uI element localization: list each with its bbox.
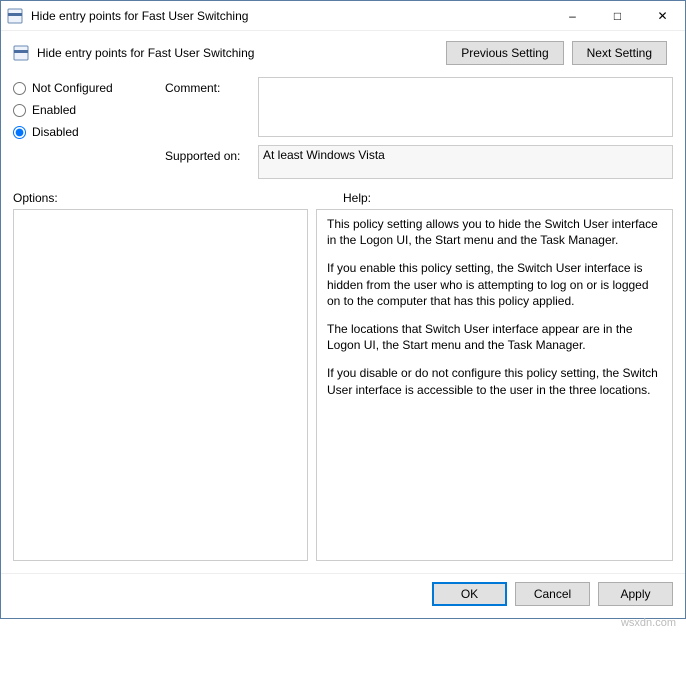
titlebar: Hide entry points for Fast User Switchin…: [1, 1, 685, 31]
radio-enabled[interactable]: Enabled: [13, 103, 153, 117]
radio-disabled[interactable]: Disabled: [13, 125, 153, 139]
maximize-button[interactable]: □: [595, 1, 640, 30]
policy-title: Hide entry points for Fast User Switchin…: [37, 46, 446, 60]
options-label: Options:: [13, 191, 343, 205]
supported-label: Supported on:: [165, 145, 250, 179]
minimize-button[interactable]: –: [550, 1, 595, 30]
next-setting-button[interactable]: Next Setting: [572, 41, 667, 65]
radio-not-configured[interactable]: Not Configured: [13, 81, 153, 95]
radio-input-enabled[interactable]: [13, 104, 26, 117]
previous-setting-button[interactable]: Previous Setting: [446, 41, 563, 65]
policy-icon: [7, 8, 23, 24]
close-button[interactable]: ✕: [640, 1, 685, 30]
help-text: The locations that Switch User interface…: [327, 321, 662, 353]
ok-button[interactable]: OK: [432, 582, 507, 606]
help-text: If you disable or do not configure this …: [327, 365, 662, 397]
footer: OK Cancel Apply: [1, 573, 685, 618]
header: Hide entry points for Fast User Switchin…: [1, 31, 685, 69]
apply-button[interactable]: Apply: [598, 582, 673, 606]
comment-input[interactable]: [258, 77, 673, 137]
options-panel: [13, 209, 308, 561]
dialog-window: Hide entry points for Fast User Switchin…: [0, 0, 686, 619]
help-text: If you enable this policy setting, the S…: [327, 260, 662, 309]
state-radio-group: Not Configured Enabled Disabled: [13, 77, 153, 179]
window-title: Hide entry points for Fast User Switchin…: [29, 9, 550, 23]
help-label: Help:: [343, 191, 371, 205]
watermark: wsxdn.com: [0, 617, 686, 629]
help-panel: This policy setting allows you to hide t…: [316, 209, 673, 561]
supported-on-field: [258, 145, 673, 179]
radio-input-not-configured[interactable]: [13, 82, 26, 95]
policy-icon: [13, 45, 29, 61]
cancel-button[interactable]: Cancel: [515, 582, 590, 606]
help-text: This policy setting allows you to hide t…: [327, 216, 662, 248]
comment-label: Comment:: [165, 77, 250, 137]
radio-input-disabled[interactable]: [13, 126, 26, 139]
